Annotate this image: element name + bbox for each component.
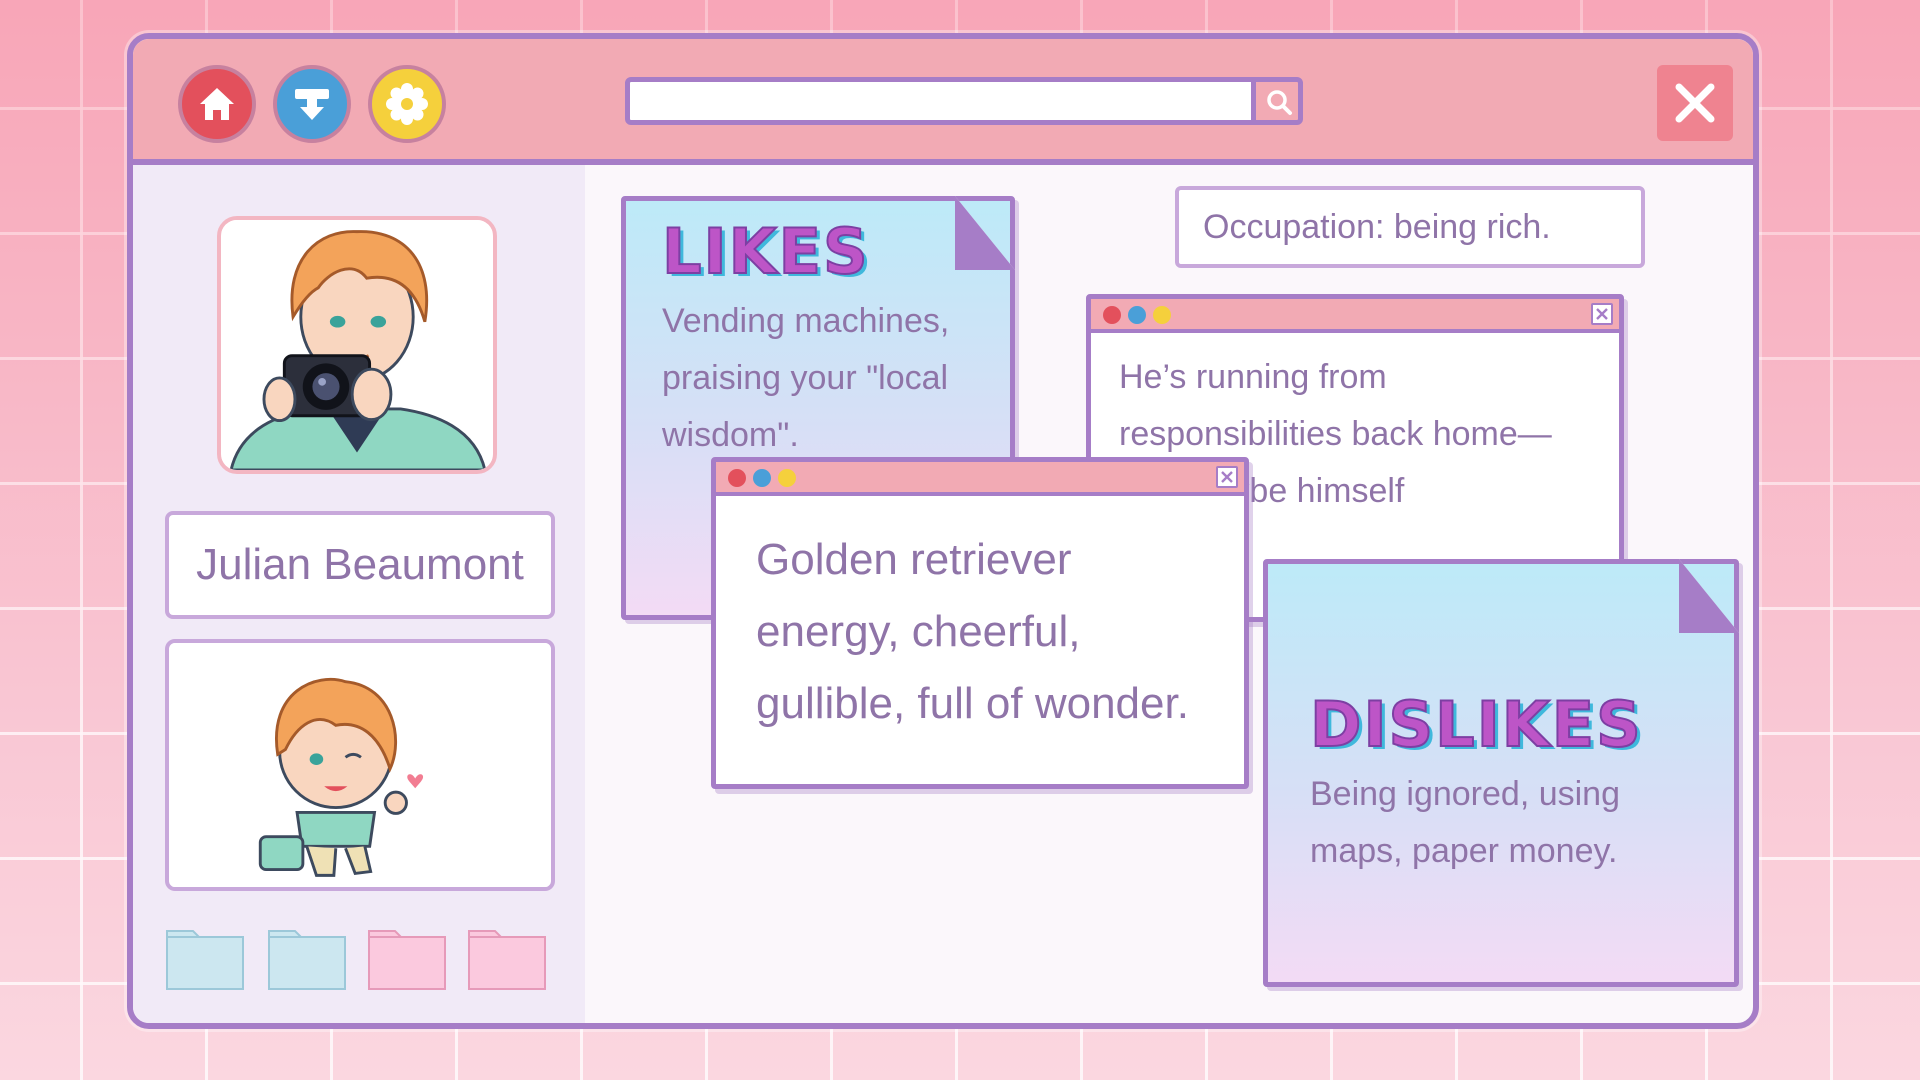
popup-close-button[interactable] bbox=[1591, 303, 1613, 325]
settings-button[interactable] bbox=[368, 65, 446, 143]
chibi-illustration-frame bbox=[165, 639, 555, 891]
folder-icon[interactable] bbox=[267, 927, 347, 991]
yellow-dot-icon[interactable] bbox=[778, 469, 796, 487]
close-icon bbox=[1221, 471, 1233, 483]
personality-popup: Golden retriever energy, cheerful, gulli… bbox=[711, 457, 1249, 789]
red-dot-icon[interactable] bbox=[1103, 306, 1121, 324]
search-input[interactable] bbox=[625, 77, 1257, 125]
likes-text: Vending machines, praising your "local w… bbox=[662, 302, 950, 454]
character-portrait bbox=[217, 216, 497, 474]
home-button[interactable] bbox=[178, 65, 256, 143]
gear-icon bbox=[386, 83, 428, 125]
download-button[interactable] bbox=[273, 65, 351, 143]
close-icon bbox=[1675, 83, 1715, 123]
page-fold-icon bbox=[955, 196, 1015, 270]
home-icon bbox=[200, 88, 234, 120]
search-icon bbox=[1267, 90, 1292, 115]
personality-text: Golden retriever energy, cheerful, gulli… bbox=[756, 535, 1189, 728]
portrait-illustration bbox=[221, 220, 493, 470]
title-bar bbox=[133, 39, 1753, 165]
popup-title-bar bbox=[716, 462, 1244, 496]
close-button[interactable] bbox=[1657, 65, 1733, 141]
close-icon bbox=[1596, 308, 1608, 320]
red-dot-icon[interactable] bbox=[728, 469, 746, 487]
occupation-field: Occupation: being rich. bbox=[1175, 186, 1645, 268]
likes-title: LIKES bbox=[661, 214, 870, 289]
profile-window: Julian Beaumont LIKES Vending machines, … bbox=[127, 33, 1759, 1029]
folder-icon[interactable] bbox=[467, 927, 547, 991]
dislikes-text: Being ignored, using maps, paper money. bbox=[1310, 775, 1621, 870]
popup-close-button[interactable] bbox=[1216, 466, 1238, 488]
page-fold-icon bbox=[1679, 559, 1739, 633]
popup-title-bar bbox=[1091, 299, 1619, 333]
search-button[interactable] bbox=[1251, 77, 1303, 125]
dislikes-title: DISLIKES bbox=[1309, 687, 1643, 762]
blue-dot-icon[interactable] bbox=[753, 469, 771, 487]
chibi-illustration bbox=[171, 643, 549, 887]
character-name: Julian Beaumont bbox=[165, 511, 555, 619]
yellow-dot-icon[interactable] bbox=[1153, 306, 1171, 324]
download-icon bbox=[295, 89, 329, 120]
blue-dot-icon[interactable] bbox=[1128, 306, 1146, 324]
folder-icon[interactable] bbox=[367, 927, 447, 991]
dislikes-note: DISLIKES Being ignored, using maps, pape… bbox=[1263, 559, 1739, 987]
folder-icon[interactable] bbox=[165, 927, 245, 991]
